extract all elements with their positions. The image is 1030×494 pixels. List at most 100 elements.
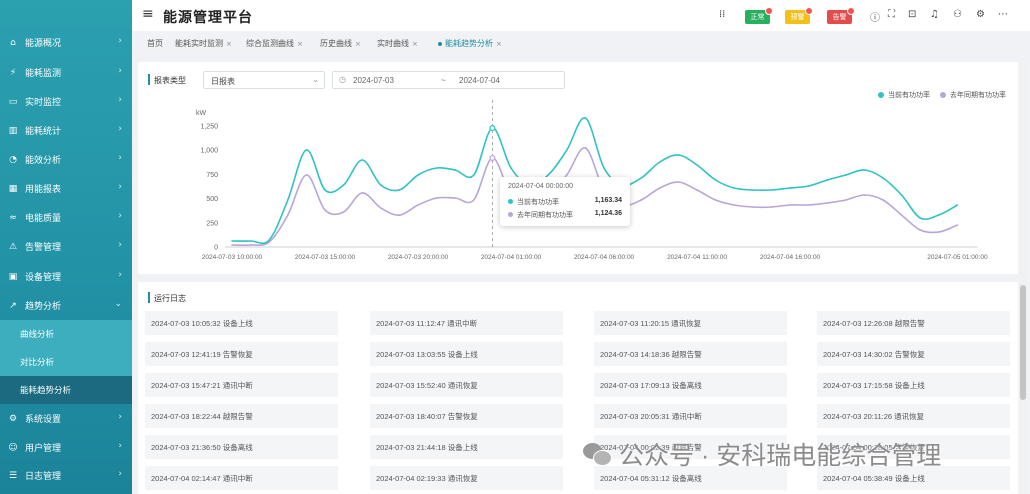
sidebar-item-devices[interactable]: ▣ 设备管理 › xyxy=(0,262,132,291)
log-entry: 2024-07-03 11:20:15 通讯恢复 xyxy=(594,311,787,335)
expand-icon[interactable]: ⛶ xyxy=(888,9,895,20)
log-entry: 2024-07-03 18:22:44 越限告警 xyxy=(145,404,338,428)
data-point xyxy=(473,174,475,176)
sidebar-item-trend[interactable]: ↗ 趋势分析 ⌄ xyxy=(0,291,132,320)
data-point xyxy=(714,199,717,201)
active-dot-icon xyxy=(438,41,442,46)
grid-icon[interactable]: ⁞⁞ xyxy=(719,9,725,20)
lock-icon[interactable]: ⊡ xyxy=(908,9,916,20)
sidebar-item-reports[interactable]: ▦ 用能报表 › xyxy=(0,174,132,203)
settings-icon[interactable]: ⚙ xyxy=(976,9,985,20)
sidebar-item-label: 系统设置 xyxy=(25,414,62,424)
sidebar-item-label: 用能报表 xyxy=(25,184,62,194)
data-point xyxy=(417,204,419,206)
tooltip-row: 去年同期有功功率 1,124.36 xyxy=(508,210,622,220)
more-icon[interactable]: ⋯ xyxy=(998,9,1008,20)
sidebar-item-realtime[interactable]: ▭ 实时监控 › xyxy=(0,87,132,116)
document-icon: ☰ xyxy=(8,470,18,481)
data-point xyxy=(882,199,884,201)
tab-home[interactable]: 首页 xyxy=(147,38,163,49)
close-icon[interactable]: × xyxy=(226,40,232,48)
user-icon[interactable]: ⚇ xyxy=(953,9,962,20)
status-badge-alarm[interactable]: 告警 xyxy=(827,7,855,24)
sidebar-item-efficiency[interactable]: ◔ 能效分析 › xyxy=(0,145,132,174)
x-tick-label: 2024-07-04 16:00:00 xyxy=(760,254,821,261)
y-tick-label: 750 xyxy=(206,172,218,179)
tab-label: 能耗趋势分析 xyxy=(445,39,493,48)
data-point xyxy=(807,204,810,206)
submenu-item-energy-trend[interactable]: 能耗趋势分析 xyxy=(0,376,132,404)
data-point xyxy=(584,147,587,149)
chevron-right-icon: › xyxy=(118,211,122,221)
data-point xyxy=(342,184,345,186)
data-point xyxy=(305,174,308,176)
data-point xyxy=(677,181,680,183)
data-point xyxy=(380,184,382,186)
close-icon[interactable]: × xyxy=(496,40,502,48)
badge-dot xyxy=(847,7,855,15)
data-point xyxy=(845,174,847,176)
data-point xyxy=(287,214,289,216)
log-entry: 2024-07-03 14:18:36 越限告警 xyxy=(594,342,787,366)
data-point xyxy=(361,159,363,161)
close-icon[interactable]: × xyxy=(412,40,418,48)
sidebar-item-users[interactable]: ☺ 用户管理 › xyxy=(0,433,132,462)
chevron-right-icon: › xyxy=(118,153,122,163)
monitor-icon: ▭ xyxy=(8,96,18,107)
sidebar-item-label: 能耗统计 xyxy=(25,126,62,136)
tab-realtime-monitor[interactable]: 能耗实时监测 × xyxy=(175,38,232,49)
close-icon[interactable]: × xyxy=(297,40,303,48)
scrollbar-thumb[interactable] xyxy=(1020,285,1026,400)
sidebar-item-overview[interactable]: ⌂ 能源概况 › xyxy=(0,28,132,57)
info-icon[interactable]: ⓘ xyxy=(870,9,880,24)
scrollbar-track[interactable] xyxy=(1019,62,1027,494)
tab-label: 首页 xyxy=(147,39,163,48)
chevron-right-icon: › xyxy=(118,469,122,479)
chevron-right-icon: › xyxy=(118,441,122,451)
sidebar-item-settings[interactable]: ⚙ 系统设置 › xyxy=(0,404,132,433)
bolt-icon: ⚡ xyxy=(9,67,17,78)
bell-icon[interactable]: ♫ xyxy=(930,9,939,20)
log-panel-title: 运行日志 xyxy=(154,294,186,303)
data-point xyxy=(510,167,512,169)
tab-energy-trend[interactable]: 能耗趋势分析 × xyxy=(438,38,502,49)
sidebar-item-label: 能效分析 xyxy=(25,155,62,165)
chart-tooltip: 2024-07-04 00:00:00 当前有功功率 1,163.34 去年同期… xyxy=(500,177,630,226)
tab-history-curve[interactable]: 历史曲线 × xyxy=(320,38,361,49)
tooltip-row: 当前有功功率 1,163.34 xyxy=(508,197,622,207)
tooltip-time: 2024-07-04 00:00:00 xyxy=(508,183,573,190)
close-icon[interactable]: × xyxy=(355,40,361,48)
sidebar-item-power-quality[interactable]: ≈ 电能质量 › xyxy=(0,203,132,232)
warning-icon: ⚠ xyxy=(8,241,18,252)
submenu-item-compare[interactable]: 对比分析 xyxy=(0,348,132,376)
status-badge-warning[interactable]: 预警 xyxy=(785,7,813,24)
tab-realtime-curve[interactable]: 实时曲线 × xyxy=(377,38,418,49)
tooltip-dot xyxy=(508,212,513,217)
sidebar-item-statistics[interactable]: ▥ 能耗统计 › xyxy=(0,116,132,145)
data-point xyxy=(938,214,940,216)
badge-label: 预警 xyxy=(790,14,805,21)
submenu-item-curve[interactable]: 曲线分析 xyxy=(0,320,132,348)
log-entry: 2024-07-03 15:47:21 通讯中断 xyxy=(145,373,338,397)
data-point xyxy=(473,199,475,201)
sidebar-item-alarms[interactable]: ⚠ 告警管理 › xyxy=(0,232,132,261)
status-badge-normal[interactable]: 正常 xyxy=(745,7,773,24)
submenu-item-label: 能耗趋势分析 xyxy=(20,385,72,395)
y-tick-label: 0 xyxy=(214,245,218,252)
sidebar-item-logs[interactable]: ☰ 日志管理 › xyxy=(0,461,132,490)
tab-monitor-curve[interactable]: 综合监测曲线 × xyxy=(246,38,303,49)
data-point xyxy=(566,174,568,176)
badge-dot xyxy=(765,7,773,15)
data-point xyxy=(863,194,866,196)
y-tick-label: 1,250 xyxy=(200,124,218,131)
log-entry: 2024-07-03 21:44:18 设备上线 xyxy=(370,435,563,459)
hamburger-icon[interactable]: ≡ xyxy=(142,6,154,22)
data-point xyxy=(231,244,233,246)
data-point xyxy=(454,197,457,199)
chart-panel: 报表类型 日报表 ⌄ ◷ 2024-07-03 ~ 2024-07-04 当前有… xyxy=(138,62,1018,274)
sidebar-item-energy-monitor[interactable]: ⚡ 能耗监测 › xyxy=(0,58,132,87)
data-point xyxy=(826,179,828,181)
tab-label: 能耗实时监测 xyxy=(175,39,223,48)
line-chart[interactable]: kW 0 250 500 750 1,000 1,250 2024-07-03 10:00:0… xyxy=(138,62,1018,274)
highlight-point xyxy=(489,125,496,132)
